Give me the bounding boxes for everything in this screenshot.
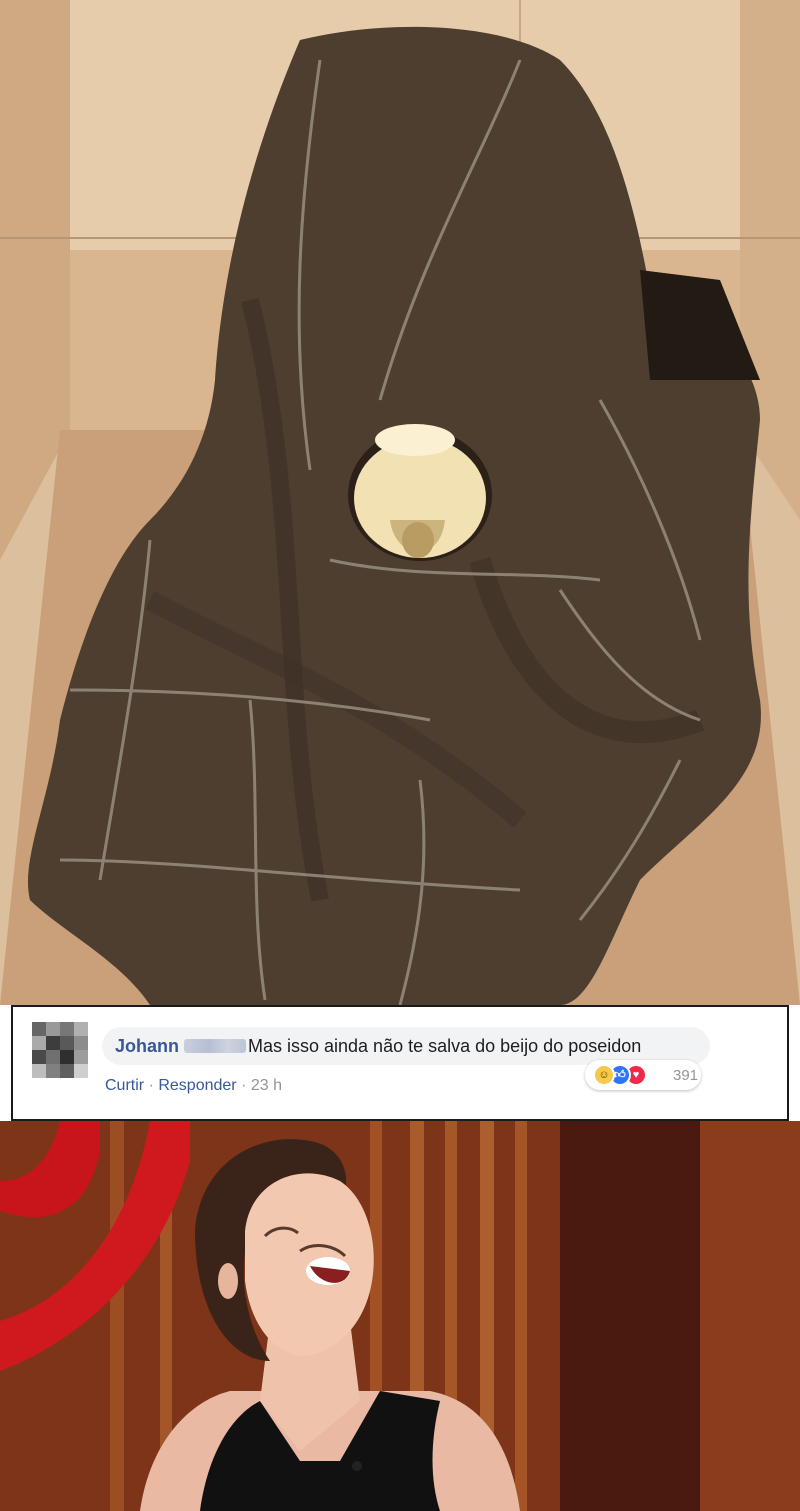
comment-text: Mas isso ainda não te salva do beijo do … [248, 1036, 642, 1056]
reactions-summary[interactable]: ☺ 👍︎ ♥ 391 [585, 1060, 701, 1090]
separator: · [241, 1077, 247, 1094]
reply-link[interactable]: Responder [158, 1077, 236, 1095]
avatar[interactable] [32, 1022, 88, 1078]
divider-left [0, 1068, 11, 1084]
separator: · [148, 1077, 154, 1094]
author-name-blur [184, 1039, 246, 1053]
comment-timestamp[interactable]: 23 h [251, 1077, 282, 1095]
laughing-woman-photo [0, 1121, 800, 1511]
divider-right [789, 1068, 800, 1084]
haha-icon: ☺ [593, 1064, 615, 1086]
like-link[interactable]: Curtir [105, 1077, 144, 1095]
reaction-count: 391 [673, 1067, 699, 1084]
toilet-blanket-photo [0, 0, 800, 1005]
comment-author[interactable]: Johann [115, 1036, 179, 1057]
facebook-comment: Johann Mas isso ainda não te salva do be… [11, 1005, 789, 1121]
comment-actions: Curtir · Responder · 23 h [105, 1077, 282, 1095]
